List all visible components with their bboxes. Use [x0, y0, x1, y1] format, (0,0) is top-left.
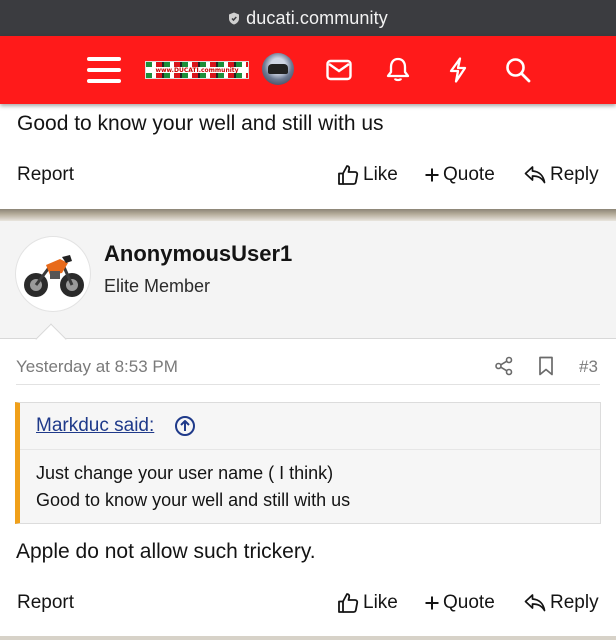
- post-message: Apple do not allow such trickery.: [16, 540, 316, 563]
- account-avatar[interactable]: [262, 53, 294, 85]
- reply-button[interactable]: Reply: [524, 162, 599, 188]
- reply-icon: [524, 166, 546, 184]
- like-button[interactable]: Like: [337, 162, 398, 188]
- quote-divider: [20, 449, 600, 450]
- report-link[interactable]: Report: [17, 164, 74, 186]
- post-meta: Yesterday at 8:53 PM #3: [0, 345, 616, 385]
- plus-icon: [425, 168, 439, 182]
- url-text: ducati.community: [246, 7, 388, 28]
- username[interactable]: AnonymousUser1: [104, 241, 292, 267]
- previous-post-message: Good to know your well and still with us: [17, 112, 384, 135]
- quote-author-link[interactable]: Markduc said:: [36, 415, 154, 437]
- site-header: [0, 36, 616, 104]
- plus-icon: [425, 596, 439, 610]
- reply-icon: [524, 594, 546, 612]
- arrow-up-circle-icon[interactable]: [174, 415, 196, 442]
- post-3: AnonymousUser1 Elite Member Yesterday at…: [0, 221, 616, 640]
- post-number[interactable]: #3: [579, 357, 598, 377]
- quote-label: Quote: [443, 164, 495, 185]
- user-avatar[interactable]: [16, 237, 90, 311]
- mail-icon[interactable]: [320, 51, 358, 89]
- bell-icon[interactable]: [379, 51, 417, 89]
- reply-button[interactable]: Reply: [524, 590, 599, 616]
- quote-line: Just change your user name ( I think): [36, 463, 334, 483]
- browser-url-bar[interactable]: ducati.community: [0, 0, 616, 36]
- quote-line: Good to know your well and still with us: [36, 490, 351, 510]
- thumbs-up-icon: [338, 165, 359, 185]
- menu-icon[interactable]: [85, 51, 123, 89]
- reply-label: Reply: [550, 592, 599, 613]
- meta-divider: [16, 384, 600, 385]
- previous-post-actions: Report Like Quote Reply: [0, 156, 616, 196]
- thumbs-up-icon: [338, 593, 359, 613]
- bolt-icon[interactable]: [439, 51, 477, 89]
- like-label: Like: [363, 592, 398, 613]
- share-icon[interactable]: [494, 356, 514, 381]
- report-link[interactable]: Report: [17, 592, 74, 614]
- quote-block: Markduc said: Just change your user name…: [15, 402, 601, 524]
- like-label: Like: [363, 164, 398, 185]
- motorcycle-icon: [24, 255, 84, 297]
- search-icon[interactable]: [499, 51, 537, 89]
- post-separator: [0, 209, 616, 221]
- post-date[interactable]: Yesterday at 8:53 PM: [16, 357, 178, 377]
- user-info: AnonymousUser1 Elite Member: [0, 221, 616, 339]
- bottom-edge: [0, 636, 616, 640]
- user-title: Elite Member: [104, 276, 211, 296]
- like-button[interactable]: Like: [337, 590, 398, 616]
- shield-icon: [228, 12, 240, 25]
- post-actions: Report Like Quote Reply: [0, 584, 616, 624]
- reply-label: Reply: [550, 164, 599, 185]
- quote-button[interactable]: Quote: [425, 162, 495, 188]
- quote-button[interactable]: Quote: [425, 590, 495, 616]
- quote-label: Quote: [443, 592, 495, 613]
- bookmark-icon[interactable]: [538, 356, 554, 381]
- site-logo[interactable]: www.DUCATI.community: [145, 61, 249, 79]
